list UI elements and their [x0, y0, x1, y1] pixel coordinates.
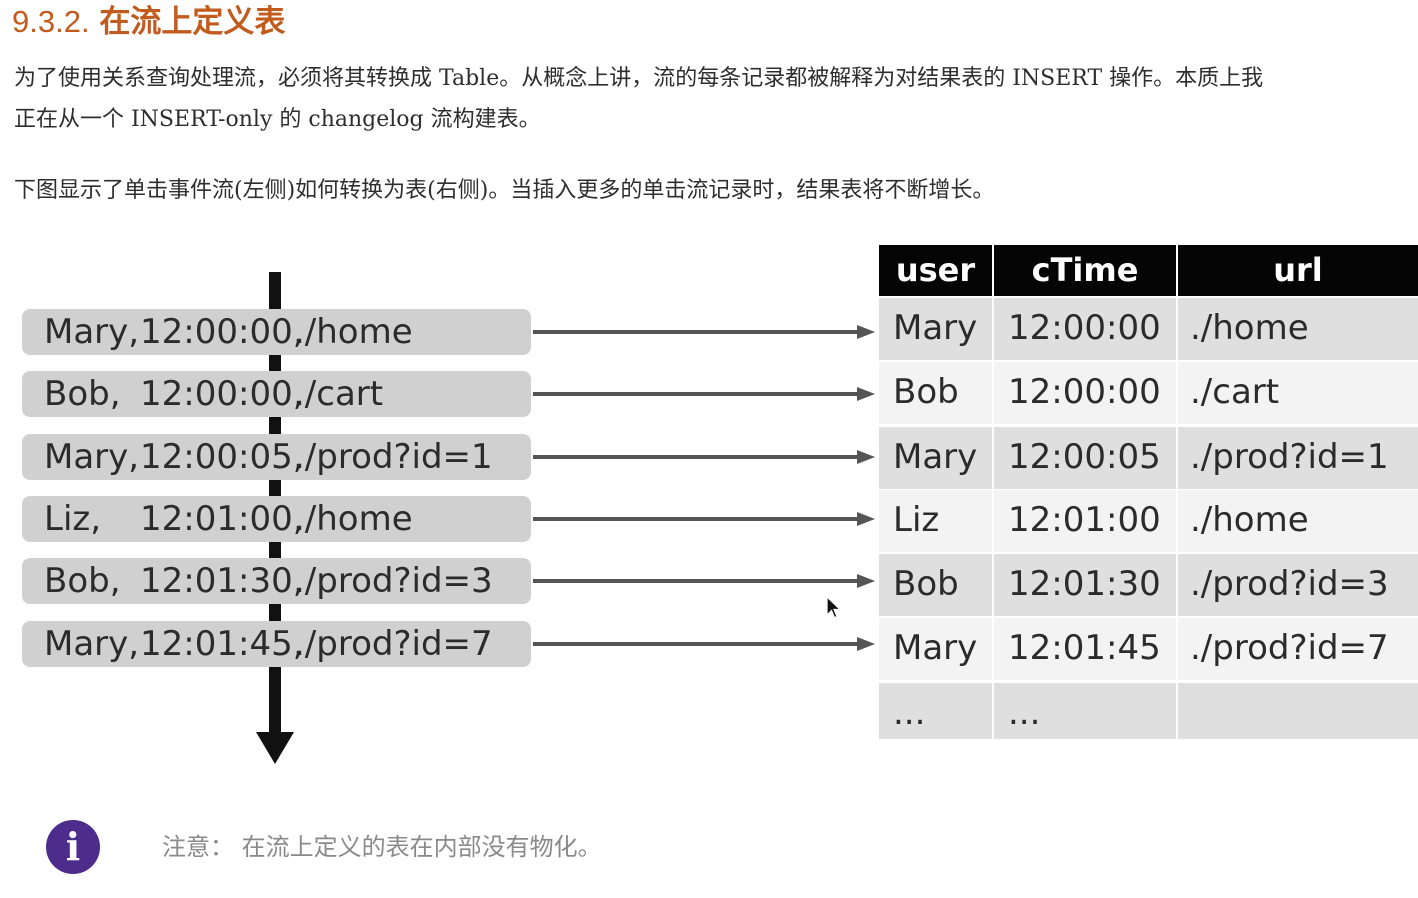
stream-event: Bob, 12:01:30, ./prod?id=3: [22, 558, 531, 604]
event-user: Mary,: [44, 437, 140, 477]
table-cell: 12:01:30: [994, 554, 1176, 616]
time-axis-arrowhead: [256, 732, 294, 764]
table-cell: Liz: [879, 490, 992, 552]
table-header-ctime: cTime: [994, 245, 1176, 296]
table-cell: 12:01:45: [994, 618, 1176, 680]
table-header-url: url: [1178, 245, 1418, 296]
figure-description: 下图显示了单击事件流(左侧)如何转换为表(右侧)。当插入更多的单击流记录时，结果…: [14, 178, 995, 203]
event-time: 12:00:00,: [140, 312, 304, 352]
intro-line-1: 为了使用关系查询处理流，必须将其转换成 Table。从概念上讲，流的每条记录都被…: [14, 66, 1264, 91]
section-heading: 9.3.2. 在流上定义表: [12, 0, 285, 44]
event-url: ./prod?id=7: [294, 624, 493, 664]
insert-arrow: [533, 574, 875, 588]
insert-arrow: [533, 512, 875, 526]
event-url: ./home: [294, 312, 413, 352]
table-header-user: user: [879, 245, 992, 296]
table-cell: ./home: [1178, 298, 1418, 360]
event-url: ./home: [294, 499, 413, 539]
table-cell: Mary: [879, 427, 992, 489]
stream-event: Mary, 12:00:00, ./home: [22, 309, 531, 355]
event-url: ./cart: [294, 374, 384, 414]
event-time: 12:01:45,: [140, 624, 304, 664]
event-url: ./prod?id=1: [294, 437, 493, 477]
event-time: 12:01:30,: [140, 561, 304, 601]
table-cell: [1178, 683, 1418, 739]
event-user: Liz,: [44, 499, 102, 539]
insert-arrow: [533, 325, 875, 339]
stream-event: Liz, 12:01:00, ./home: [22, 496, 531, 542]
intro-paragraph: 为了使用关系查询处理流，必须将其转换成 Table。从概念上讲，流的每条记录都被…: [14, 58, 1418, 140]
event-user: Mary,: [44, 624, 140, 664]
insert-arrow: [533, 387, 875, 401]
table-cell: ./prod?id=3: [1178, 554, 1418, 616]
event-time: 12:00:05,: [140, 437, 304, 477]
table-cell: 12:00:00: [994, 298, 1176, 360]
table-cell: Bob: [879, 554, 992, 616]
section-title: 在流上定义表: [99, 4, 286, 40]
info-icon: i: [46, 820, 100, 874]
table-cell: 12:01:00: [994, 490, 1176, 552]
event-user: Mary,: [44, 312, 140, 352]
table-cell: ./cart: [1178, 362, 1418, 424]
event-time: 12:00:00,: [140, 374, 304, 414]
table-cell: 12:00:00: [994, 362, 1176, 424]
note-text: 注意： 在流上定义的表在内部没有物化。: [162, 833, 602, 861]
table-cell: ...: [994, 683, 1176, 739]
stream-event: Mary, 12:00:05, ./prod?id=1: [22, 434, 531, 480]
table-cell: 12:00:05: [994, 427, 1176, 489]
insert-arrow: [533, 450, 875, 464]
table-cell: ./prod?id=7: [1178, 618, 1418, 680]
intro-line-2: 正在从一个 INSERT-only 的 changelog 流构建表。: [14, 107, 541, 132]
table-cell: Mary: [879, 298, 992, 360]
event-url: ./prod?id=3: [294, 561, 493, 601]
section-number: 9.3.2.: [12, 4, 90, 39]
table-cell: Mary: [879, 618, 992, 680]
event-time: 12:01:00,: [140, 499, 304, 539]
event-user: Bob,: [44, 561, 121, 601]
result-table: user cTime url Mary 12:00:00 ./home Bob 12:00:0…: [879, 245, 1418, 739]
table-cell: ./prod?id=1: [1178, 427, 1418, 489]
table-cell: ...: [879, 683, 992, 739]
stream-event: Mary, 12:01:45, ./prod?id=7: [22, 621, 531, 667]
table-cell: Bob: [879, 362, 992, 424]
mouse-cursor-icon: [826, 596, 842, 619]
event-user: Bob,: [44, 374, 121, 414]
table-cell: ./home: [1178, 490, 1418, 552]
stream-event: Bob, 12:00:00, ./cart: [22, 371, 531, 417]
insert-arrow: [533, 637, 875, 651]
